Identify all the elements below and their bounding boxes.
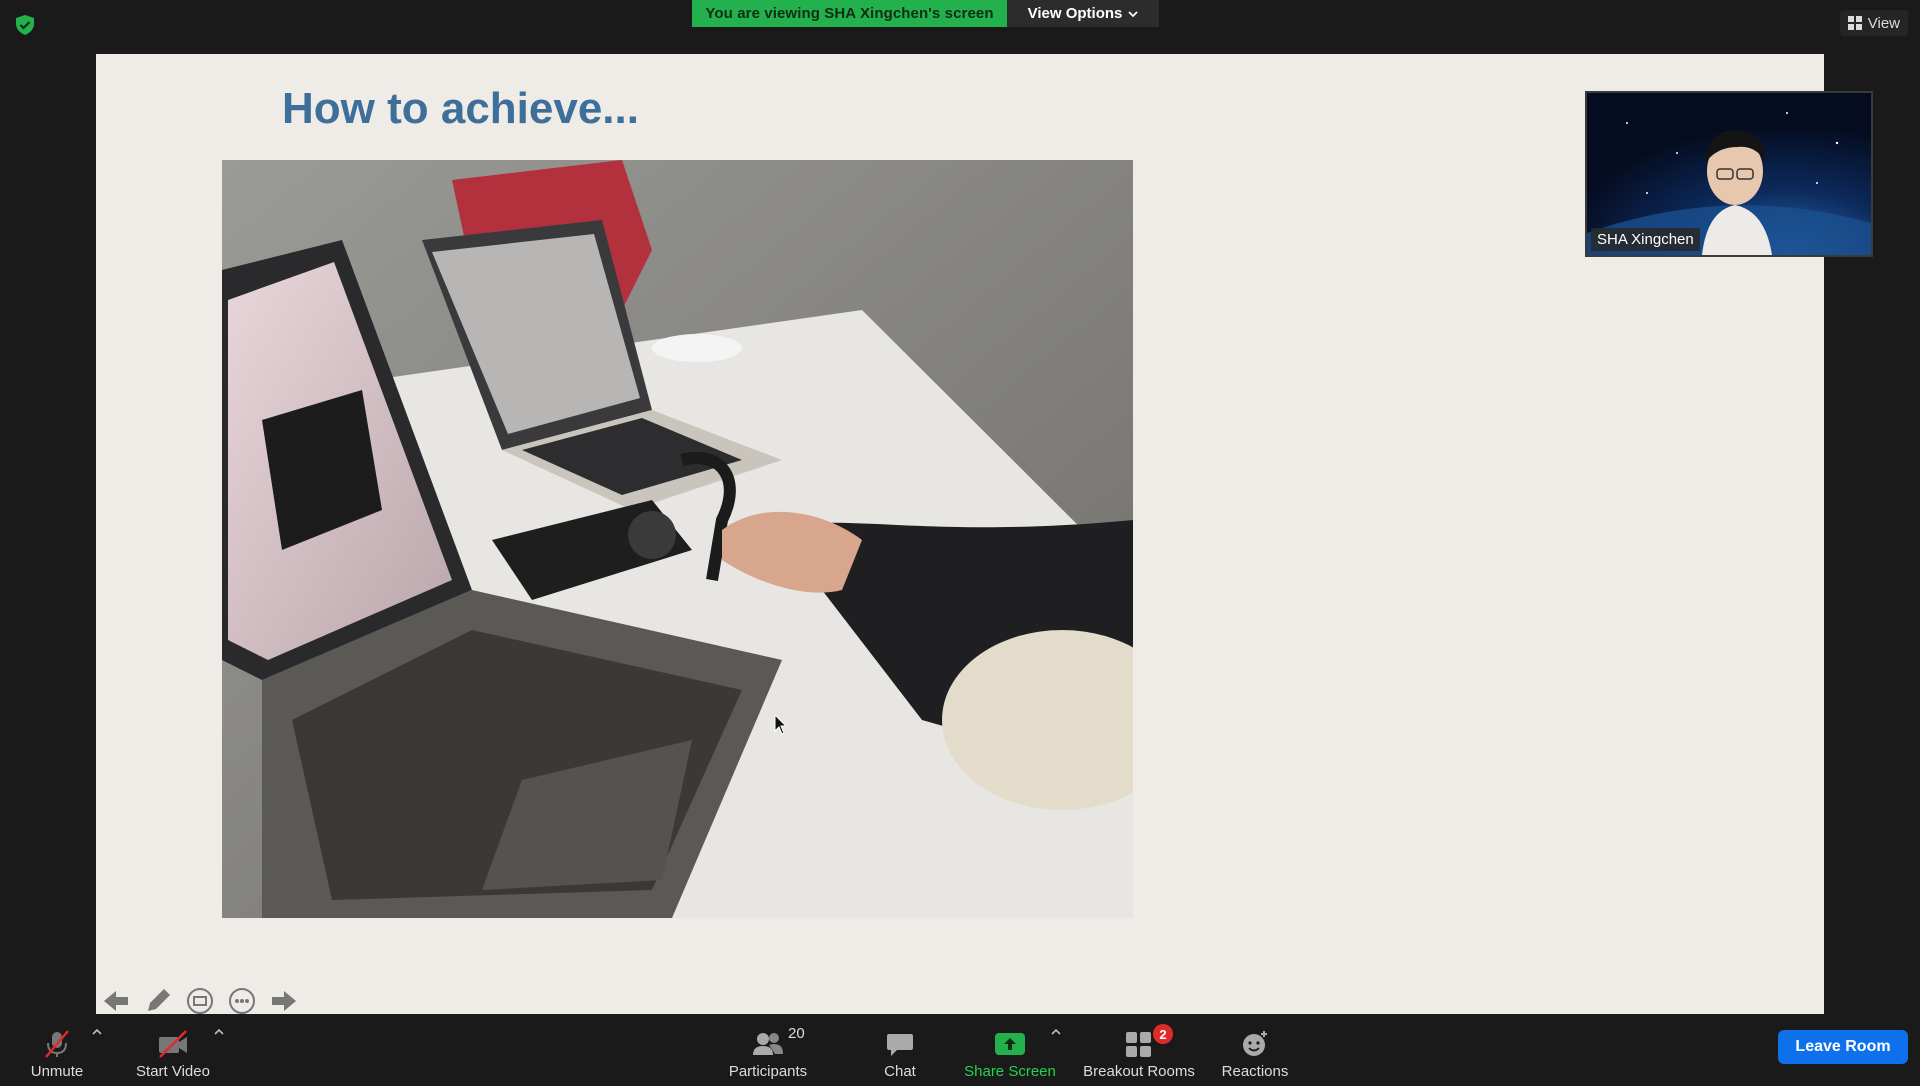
share-screen-button[interactable]: Share Screen	[960, 1014, 1060, 1086]
meeting-toolbar: Unmute Start Video Participants 20 Chat	[0, 1014, 1920, 1080]
chat-button[interactable]: Chat	[870, 1014, 930, 1086]
breakout-rooms-badge: 2	[1153, 1024, 1173, 1044]
chat-label: Chat	[884, 1063, 916, 1080]
muted-mic-icon	[45, 1030, 69, 1058]
share-screen-icon	[995, 1033, 1025, 1055]
arrow-left-icon[interactable]	[100, 985, 132, 1014]
reactions-button[interactable]: Reactions	[1218, 1014, 1292, 1086]
breakout-rooms-label: Breakout Rooms	[1083, 1063, 1195, 1080]
participants-icon	[753, 1033, 783, 1055]
leave-room-label: Leave Room	[1795, 1038, 1891, 1055]
shield-icon[interactable]	[14, 14, 36, 36]
chevron-down-icon	[1128, 10, 1139, 17]
chat-bubble-icon	[887, 1034, 913, 1056]
slide-photo	[222, 160, 1133, 918]
breakout-rooms-icon	[1126, 1032, 1151, 1057]
pencil-icon[interactable]	[142, 985, 174, 1014]
start-video-button[interactable]: Start Video	[130, 1014, 216, 1086]
reactions-icon	[1243, 1031, 1267, 1056]
mouse-cursor-icon	[774, 714, 788, 735]
slide-title: How to achieve...	[282, 84, 639, 133]
share-screen-label: Share Screen	[964, 1063, 1056, 1080]
view-options-button[interactable]: View Options	[1007, 0, 1159, 27]
annotation-toolbar	[100, 984, 300, 1014]
more-icon[interactable]	[226, 985, 258, 1014]
share-options-caret-icon[interactable]	[1051, 1028, 1061, 1036]
spotlight-icon[interactable]	[184, 985, 216, 1014]
viewing-banner: You are viewing SHA Xingchen's screen	[692, 0, 1007, 27]
top-bar: You are viewing SHA Xingchen's screen Vi…	[0, 0, 1920, 54]
video-options-caret-icon[interactable]	[214, 1028, 224, 1036]
start-video-label: Start Video	[136, 1063, 210, 1080]
leave-room-button[interactable]: Leave Room	[1778, 1030, 1908, 1064]
shared-screen: How to achieve...	[96, 54, 1824, 1014]
grid-view-icon	[1847, 16, 1862, 30]
video-off-icon	[159, 1030, 187, 1058]
participants-label: Participants	[728, 1063, 808, 1080]
viewing-banner-text: You are viewing SHA Xingchen's screen	[705, 5, 994, 22]
view-label: View	[1867, 14, 1900, 32]
breakout-rooms-button[interactable]: Breakout Rooms	[1080, 1014, 1198, 1086]
arrow-right-icon[interactable]	[268, 985, 300, 1014]
unmute-button[interactable]: Unmute	[22, 1014, 92, 1086]
participants-count: 20	[788, 1025, 805, 1042]
unmute-label: Unmute	[30, 1063, 84, 1080]
view-button[interactable]: View	[1839, 10, 1908, 36]
participant-name-tag: SHA Xingchen	[1591, 228, 1700, 251]
view-options-label: View Options	[1027, 5, 1123, 22]
participant-video-tile[interactable]: SHA Xingchen	[1585, 91, 1873, 257]
reactions-label: Reactions	[1221, 1063, 1289, 1080]
audio-options-caret-icon[interactable]	[92, 1028, 102, 1036]
